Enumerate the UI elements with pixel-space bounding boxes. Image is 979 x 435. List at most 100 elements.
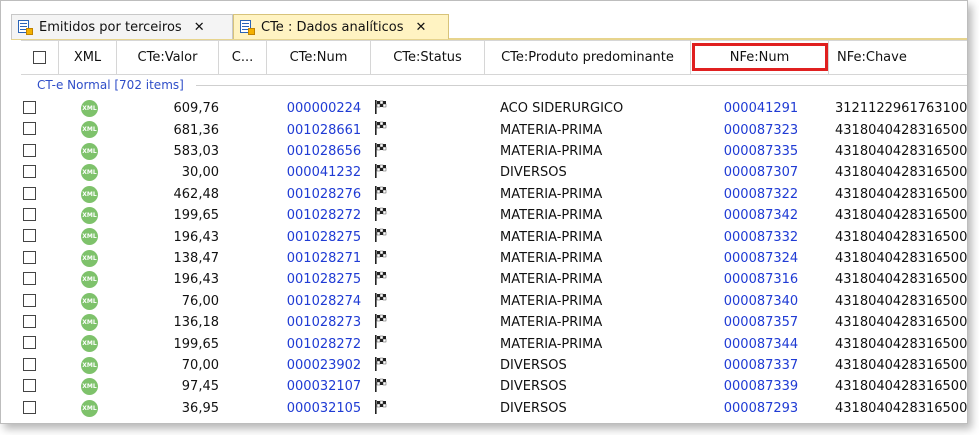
row-checkbox[interactable] xyxy=(23,143,36,157)
xml-badge-icon[interactable]: XML xyxy=(81,292,98,310)
table-row[interactable]: XML 583,03 001028656 MATERIA-PRIMA 000087335… xyxy=(21,141,967,162)
cte-num-link[interactable]: 001028273 xyxy=(279,315,369,330)
select-all-header[interactable] xyxy=(21,41,59,74)
nfe-num-link[interactable]: 000087322 xyxy=(721,187,801,202)
nfe-num-link[interactable]: 000087339 xyxy=(721,379,801,394)
row-checkbox[interactable] xyxy=(23,165,36,179)
cte-valor-cell: 199,65 xyxy=(173,208,220,224)
xml-badge-icon[interactable]: XML xyxy=(81,249,98,267)
cte-num-link[interactable]: 001028661 xyxy=(279,123,369,138)
cte-num-link[interactable]: 000041232 xyxy=(279,165,369,180)
select-all-checkbox[interactable] xyxy=(33,51,46,64)
tab-emitidos-por-terceiros[interactable]: Emitidos por terceiros ✕ xyxy=(11,14,233,39)
nfe-num-link[interactable]: 000087307 xyxy=(721,165,801,180)
document-icon xyxy=(18,20,33,35)
row-checkbox[interactable] xyxy=(23,250,36,264)
column-header-c[interactable]: C... xyxy=(219,41,267,74)
xml-badge-icon[interactable]: XML xyxy=(81,356,98,374)
column-header-cte-valor[interactable]: CTe:Valor xyxy=(117,41,219,74)
xml-badge-icon[interactable]: XML xyxy=(81,100,98,117)
xml-badge-icon[interactable]: XML xyxy=(81,271,98,289)
row-checkbox[interactable] xyxy=(23,400,36,414)
nfe-num-link[interactable]: 000087342 xyxy=(721,208,801,223)
cte-num-link[interactable]: 000032107 xyxy=(279,379,369,394)
row-checkbox[interactable] xyxy=(23,122,36,136)
row-checkbox[interactable] xyxy=(23,293,36,307)
cte-num-link[interactable]: 001028656 xyxy=(279,144,369,159)
xml-badge-icon[interactable]: XML xyxy=(81,335,98,353)
cte-num-link[interactable]: 001028274 xyxy=(279,294,369,309)
close-icon[interactable]: ✕ xyxy=(416,20,427,35)
cte-valor-cell: 136,18 xyxy=(173,315,220,331)
row-checkbox[interactable] xyxy=(23,101,36,114)
xml-badge-icon[interactable]: XML xyxy=(81,314,98,331)
row-checkbox[interactable] xyxy=(23,315,36,328)
nfe-num-link[interactable]: 000087340 xyxy=(721,294,801,309)
table-row[interactable]: XML 36,95 000032105 DIVERSOS 000087293 431804… xyxy=(21,398,967,419)
xml-badge-icon[interactable]: XML xyxy=(81,121,98,139)
nfe-chave-cell: 4318040428316500 xyxy=(835,250,967,266)
group-row-label[interactable]: CT-e Normal [702 items] xyxy=(21,74,184,96)
xml-badge-icon[interactable]: XML xyxy=(81,399,98,417)
table-row[interactable]: XML 76,00 001028274 MATERIA-PRIMA 000087340 4… xyxy=(21,291,967,312)
cte-valor-cell: 196,43 xyxy=(173,229,220,245)
row-checkbox[interactable] xyxy=(23,357,36,371)
table-row[interactable]: XML 462,48 001028276 MATERIA-PRIMA 000087322… xyxy=(21,184,967,205)
row-checkbox[interactable] xyxy=(23,379,36,393)
cte-valor-cell: 583,03 xyxy=(173,143,220,159)
nfe-num-link[interactable]: 000087332 xyxy=(721,230,801,245)
highlight-box xyxy=(692,43,828,71)
table-row[interactable]: XML 30,00 000041232 DIVERSOS 000087307 431804… xyxy=(21,162,967,183)
cte-num-link[interactable]: 000023902 xyxy=(279,358,369,373)
row-checkbox[interactable] xyxy=(23,208,36,221)
nfe-num-link[interactable]: 000087324 xyxy=(721,251,801,266)
close-icon[interactable]: ✕ xyxy=(194,20,205,35)
table-row[interactable]: XML 609,76 000000224 ACO SIDERURGICO 0000412… xyxy=(21,98,967,119)
nfe-num-link[interactable]: 000087335 xyxy=(721,144,801,159)
row-checkbox[interactable] xyxy=(23,229,36,243)
row-checkbox[interactable] xyxy=(23,336,36,350)
xml-badge-icon[interactable]: XML xyxy=(81,378,98,396)
column-header-xml[interactable]: XML xyxy=(59,41,117,74)
table-row[interactable]: XML 196,43 001028275 MATERIA-PRIMA 000087316… xyxy=(21,269,967,290)
table-row[interactable]: XML 199,65 001028272 MATERIA-PRIMA 000087344… xyxy=(21,333,967,354)
nfe-chave-cell: 4318040428316500 xyxy=(835,208,967,224)
row-checkbox[interactable] xyxy=(23,272,36,286)
nfe-num-link[interactable]: 000087344 xyxy=(721,337,801,352)
table-row[interactable]: XML 136,18 001028273 MATERIA-PRIMA 000087357… xyxy=(21,312,967,333)
table-row[interactable]: XML 196,43 001028275 MATERIA-PRIMA 000087332… xyxy=(21,226,967,247)
cte-valor-cell: 609,76 xyxy=(173,101,220,117)
cte-valor-cell: 97,45 xyxy=(181,379,219,395)
nfe-num-link[interactable]: 000087323 xyxy=(721,123,801,138)
tab-cte-dados-analiticos[interactable]: CTe : Dados analíticos ✕ xyxy=(233,14,449,39)
nfe-num-link[interactable]: 000087293 xyxy=(721,401,801,416)
column-header-nfe-chave[interactable]: NFe:Chave xyxy=(829,41,967,74)
nfe-num-link[interactable]: 000041291 xyxy=(721,101,801,116)
cte-num-link[interactable]: 001028271 xyxy=(279,251,369,266)
cte-num-link[interactable]: 001028272 xyxy=(279,337,369,352)
cte-num-link[interactable]: 000000224 xyxy=(279,101,369,116)
table-row[interactable]: XML 138,47 001028271 MATERIA-PRIMA 000087324… xyxy=(21,248,967,269)
xml-badge-icon[interactable]: XML xyxy=(81,142,98,160)
table-row[interactable]: XML 681,36 001028661 MATERIA-PRIMA 000087323… xyxy=(21,119,967,140)
column-header-cte-num[interactable]: CTe:Num xyxy=(267,41,371,74)
nfe-num-link[interactable]: 000087357 xyxy=(721,315,801,330)
xml-badge-icon[interactable]: XML xyxy=(81,164,98,182)
cte-num-link[interactable]: 001028276 xyxy=(279,187,369,202)
cte-num-link[interactable]: 000032105 xyxy=(279,401,369,416)
nfe-num-link[interactable]: 000087316 xyxy=(721,272,801,287)
table-row[interactable]: XML 97,45 000032107 DIVERSOS 000087339 431804… xyxy=(21,376,967,397)
cte-num-link[interactable]: 001028275 xyxy=(279,230,369,245)
xml-badge-icon[interactable]: XML xyxy=(81,207,98,224)
row-checkbox[interactable] xyxy=(23,186,36,200)
nfe-chave-cell: 4318040428316500 xyxy=(835,379,967,395)
table-row[interactable]: XML 199,65 001028272 MATERIA-PRIMA 000087342… xyxy=(21,205,967,226)
xml-badge-icon[interactable]: XML xyxy=(81,228,98,246)
xml-badge-icon[interactable]: XML xyxy=(81,185,98,203)
column-header-cte-produto[interactable]: CTe:Produto predominante xyxy=(485,41,691,74)
cte-num-link[interactable]: 001028272 xyxy=(279,208,369,223)
nfe-num-link[interactable]: 000087337 xyxy=(721,358,801,373)
column-header-cte-status[interactable]: CTe:Status xyxy=(371,41,485,74)
table-row[interactable]: XML 70,00 000023902 DIVERSOS 000087337 431804… xyxy=(21,355,967,376)
cte-num-link[interactable]: 001028275 xyxy=(279,272,369,287)
